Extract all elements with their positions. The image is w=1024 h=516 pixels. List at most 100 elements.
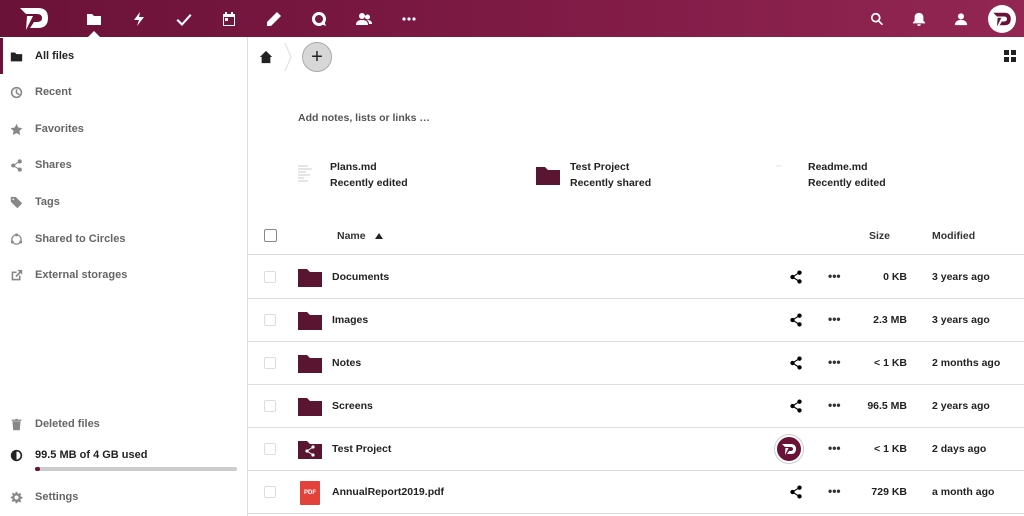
column-modified[interactable]: Modified [932,230,975,242]
share-icon[interactable] [789,270,803,284]
app-navigation [71,0,431,37]
more-actions-icon[interactable]: ••• [828,312,841,326]
activity-icon[interactable] [116,0,161,37]
sidebar-item-label: Tags [35,196,60,208]
file-name[interactable]: Documents [332,271,389,283]
add-new-button[interactable]: + [302,42,332,72]
share-icon[interactable] [789,399,803,413]
talk-icon[interactable] [296,0,341,37]
recent-item-reason: Recently shared [570,177,652,189]
column-size[interactable]: Size [869,230,890,242]
folder-icon [536,167,560,185]
recent-item-name: Readme.md [808,161,868,173]
pdf-icon: PDF [300,481,320,505]
contacts-icon[interactable] [341,0,386,37]
more-actions-icon[interactable]: ••• [828,398,841,412]
sidebar-item-label: Deleted files [35,418,100,430]
row-checkbox[interactable] [264,314,276,326]
sidebar-item-favorites[interactable]: Favorites [0,111,247,147]
sidebar-item-shared-to-circles[interactable]: Shared to Circles [0,221,247,257]
file-modified: 2 years ago [932,400,990,412]
main-content: + Add notes, lists or links … Plans.md R… [248,37,1024,516]
sidebar-item-label: External storages [35,269,128,281]
folder-icon [298,398,322,416]
share-owner-avatar[interactable] [775,435,803,463]
more-actions-icon[interactable]: ••• [828,441,841,455]
sidebar-item-shares[interactable]: Shares [0,147,247,183]
sidebar-item-external-storages[interactable]: External storages [0,257,247,293]
table-row[interactable]: Test Project ••• < 1 KB 2 days ago [248,428,1024,471]
more-actions-icon[interactable]: ••• [828,269,841,283]
calendar-icon[interactable] [206,0,251,37]
share-icon[interactable] [789,356,803,370]
search-icon[interactable] [856,0,898,37]
table-row[interactable]: PDF AnnualReport2019.pdf ••• 729 KB a mo… [248,471,1024,514]
share-icon[interactable] [789,485,803,499]
file-modified: 3 years ago [932,314,990,326]
quota-text: 99.5 MB of 4 GB used [35,449,148,461]
notes-icon[interactable] [251,0,296,37]
row-checkbox[interactable] [264,271,276,283]
file-modified: 2 days ago [932,443,987,455]
file-name[interactable]: AnnualReport2019.pdf [332,486,444,498]
table-row[interactable]: Screens ••• 96.5 MB 2 years ago [248,385,1024,428]
logo[interactable] [18,4,50,32]
share-icon[interactable] [789,313,803,327]
markdown-thumbnail-icon [296,163,320,187]
table-row[interactable]: Images ••• 2.3 MB 3 years ago [248,299,1024,342]
file-size: < 1 KB [874,357,907,369]
clock-icon [10,86,23,98]
more-actions-icon[interactable]: ••• [828,484,841,498]
sort-ascending-icon[interactable] [375,233,383,239]
sidebar-item-label: Recent [35,86,72,98]
table-row[interactable]: Notes ••• < 1 KB 2 months ago [248,342,1024,385]
sidebar: All files Recent Favorites Shares Tags S… [0,37,248,516]
file-size: 96.5 MB [867,400,907,412]
notifications-icon[interactable] [898,0,940,37]
more-apps-icon[interactable] [386,0,431,37]
folder-icon [10,51,23,61]
tag-icon [10,196,23,208]
select-all-checkbox[interactable] [264,229,277,242]
quota-bar-fill [35,467,41,471]
file-size: 2.3 MB [873,314,907,326]
rich-workspace-placeholder[interactable]: Add notes, lists or links … [298,112,430,124]
sidebar-item-settings[interactable]: Settings [0,479,247,515]
files-icon[interactable] [71,0,116,37]
column-name[interactable]: Name [337,230,366,242]
table-row[interactable]: Documents ••• 0 KB 3 years ago [248,256,1024,299]
gear-icon [10,491,23,503]
circles-icon [10,232,23,245]
recent-item-readme[interactable]: Readme.md Recently edited [774,157,886,193]
row-checkbox[interactable] [264,443,276,455]
row-checkbox[interactable] [264,357,276,369]
sidebar-item-recent[interactable]: Recent [0,74,247,110]
file-size: 729 KB [871,486,907,498]
file-name[interactable]: Notes [332,357,361,369]
sidebar-item-tags[interactable]: Tags [0,184,247,220]
more-actions-icon[interactable]: ••• [828,355,841,369]
folder-icon [298,355,322,373]
sidebar-item-label: Favorites [35,123,84,135]
file-modified: 2 months ago [932,357,1001,369]
row-checkbox[interactable] [264,400,276,412]
file-name[interactable]: Screens [332,400,373,412]
recent-item-plans[interactable]: Plans.md Recently edited [296,157,408,193]
sidebar-item-all-files[interactable]: All files [0,38,247,74]
file-size: < 1 KB [874,443,907,455]
quota-pie-icon [10,449,23,461]
grid-view-icon[interactable] [1004,50,1016,62]
recent-item-reason: Recently edited [330,177,408,189]
contacts-menu-icon[interactable] [940,0,982,37]
user-avatar[interactable] [988,4,1016,33]
markdown-thumbnail-icon [774,163,798,187]
file-list-header: Name Size Modified [248,217,1024,255]
row-checkbox[interactable] [264,486,276,498]
folder-icon [298,312,322,330]
file-name[interactable]: Images [332,314,368,326]
home-icon[interactable] [248,37,284,77]
recent-item-test-project[interactable]: Test Project Recently shared [536,157,651,193]
tasks-icon[interactable] [161,0,206,37]
external-link-icon [11,269,23,280]
file-name[interactable]: Test Project [332,443,391,455]
